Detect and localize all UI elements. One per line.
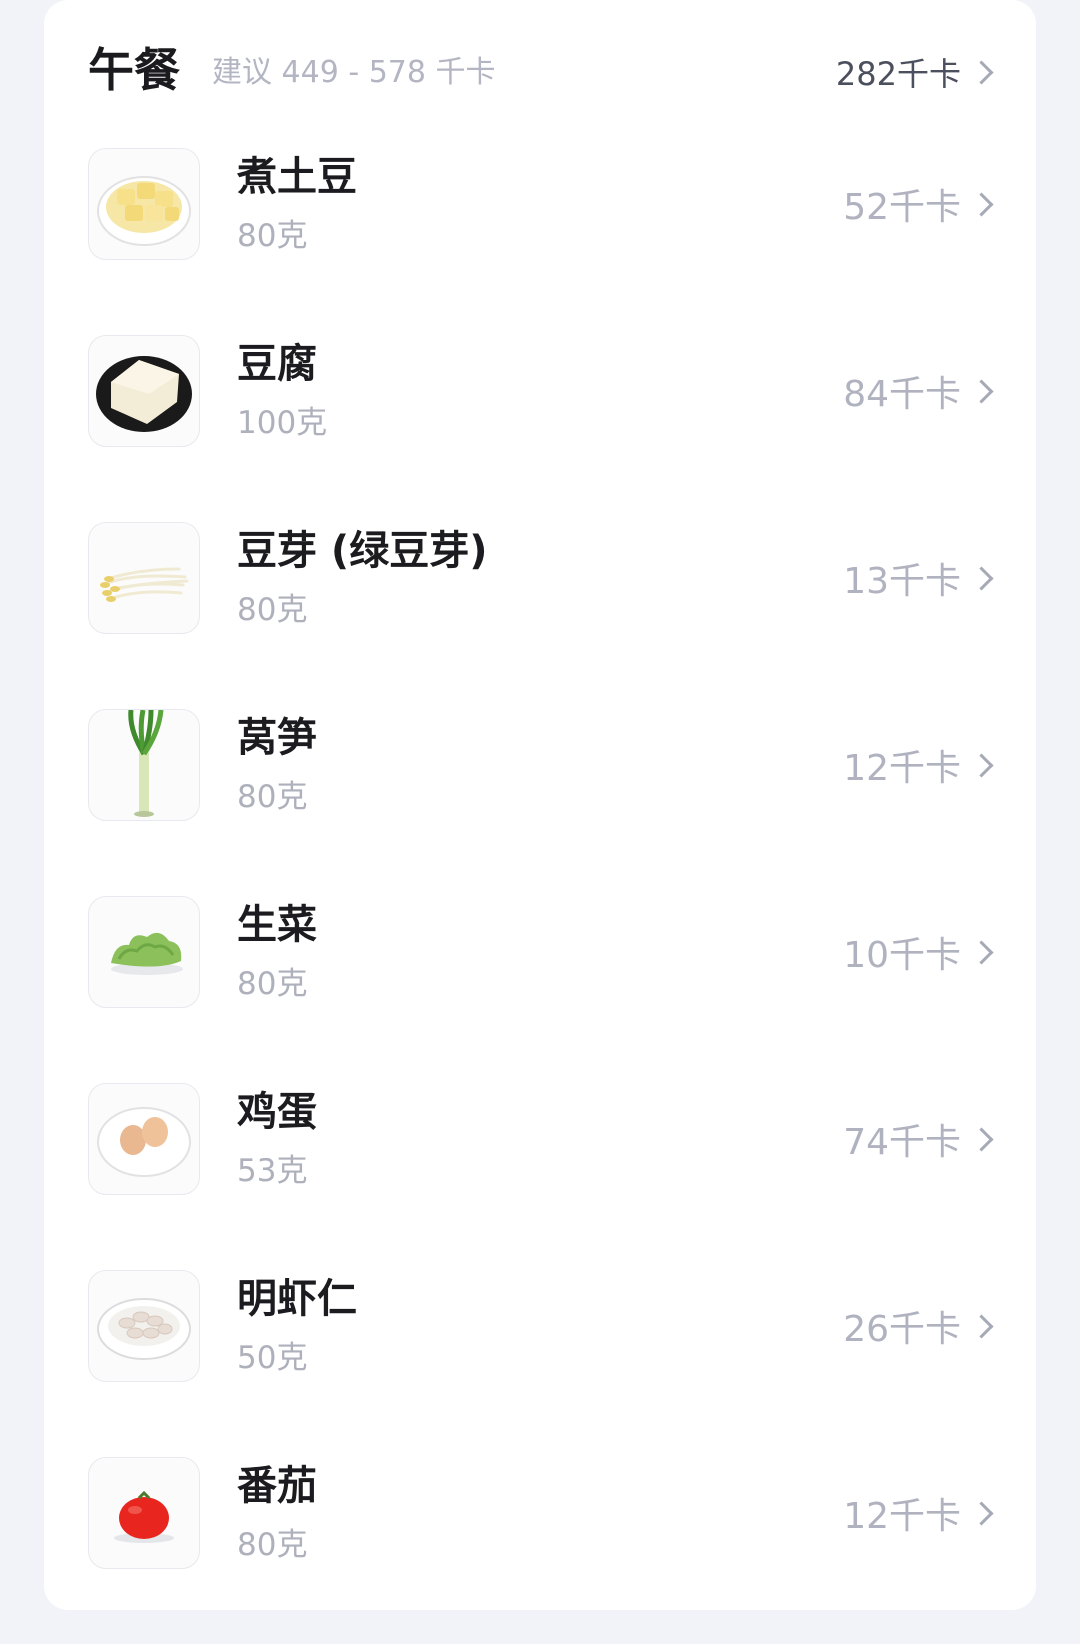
boiled-potato-icon xyxy=(88,148,200,260)
lunch-card: 午餐 建议 449 - 578 千卡 282千卡 煮土豆 80克 52千卡 豆腐… xyxy=(44,0,1036,1610)
tofu-icon xyxy=(88,335,200,447)
meal-total-kcal: 282千卡 xyxy=(835,55,961,93)
chevron-right-icon xyxy=(969,752,994,778)
chevron-right-icon xyxy=(969,939,994,965)
food-weight: 50克 xyxy=(237,1340,308,1376)
food-name: 鸡蛋 xyxy=(237,1089,317,1135)
food-item[interactable]: 豆芽 (绿豆芽) 80克 13千卡 xyxy=(44,522,1036,709)
chevron-right-icon xyxy=(969,1313,994,1339)
food-weight: 80克 xyxy=(237,218,308,254)
food-kcal-value: 52千卡 xyxy=(843,187,961,228)
bean-sprouts-icon xyxy=(88,522,200,634)
food-kcal-value: 13千卡 xyxy=(843,561,961,602)
food-kcal: 84千卡 xyxy=(843,367,996,415)
food-kcal: 10千卡 xyxy=(843,928,996,976)
chevron-right-icon xyxy=(969,1500,994,1526)
tomato-icon xyxy=(88,1457,200,1569)
food-item[interactable]: 明虾仁 50克 26千卡 xyxy=(44,1270,1036,1457)
food-item[interactable]: 鸡蛋 53克 74千卡 xyxy=(44,1083,1036,1270)
food-item[interactable]: 番茄 80克 12千卡 xyxy=(44,1457,1036,1644)
meal-title: 午餐 xyxy=(88,43,180,97)
food-item[interactable]: 莴笋 80克 12千卡 xyxy=(44,709,1036,896)
food-kcal-value: 74千卡 xyxy=(843,1122,961,1163)
food-weight: 53克 xyxy=(237,1153,308,1189)
food-name: 豆芽 (绿豆芽) xyxy=(237,528,488,574)
food-kcal: 52千卡 xyxy=(843,180,996,228)
chevron-right-icon xyxy=(969,59,994,85)
food-kcal: 74千卡 xyxy=(843,1115,996,1163)
food-kcal: 12千卡 xyxy=(843,1489,996,1537)
food-weight: 100克 xyxy=(237,405,328,441)
food-kcal-value: 10千卡 xyxy=(843,935,961,976)
food-kcal-value: 84千卡 xyxy=(843,374,961,415)
food-name: 生菜 xyxy=(237,902,317,948)
food-kcal-value: 12千卡 xyxy=(843,748,961,789)
chevron-right-icon xyxy=(969,378,994,404)
food-item[interactable]: 豆腐 100克 84千卡 xyxy=(44,335,1036,522)
lettuce-icon xyxy=(88,896,200,1008)
food-item[interactable]: 生菜 80克 10千卡 xyxy=(44,896,1036,1083)
food-name: 莴笋 xyxy=(237,715,317,761)
meal-suggestion: 建议 449 - 578 千卡 xyxy=(212,55,496,90)
food-name: 番茄 xyxy=(237,1463,317,1509)
eggs-icon xyxy=(88,1083,200,1195)
chevron-right-icon xyxy=(969,191,994,217)
food-weight: 80克 xyxy=(237,779,308,815)
food-kcal: 13千卡 xyxy=(843,554,996,602)
food-item[interactable]: 煮土豆 80克 52千卡 xyxy=(44,148,1036,335)
shrimp-icon xyxy=(88,1270,200,1382)
meal-total-button[interactable]: 282千卡 xyxy=(836,46,996,98)
food-weight: 80克 xyxy=(237,592,308,628)
chevron-right-icon xyxy=(969,1126,994,1152)
food-name: 明虾仁 xyxy=(237,1276,357,1322)
meal-header: 午餐 建议 449 - 578 千卡 282千卡 xyxy=(44,0,1036,148)
food-kcal: 12千卡 xyxy=(843,741,996,789)
food-name: 煮土豆 xyxy=(237,154,357,200)
food-weight: 80克 xyxy=(237,966,308,1002)
chevron-right-icon xyxy=(969,565,994,591)
food-kcal-value: 26千卡 xyxy=(843,1309,961,1350)
food-weight: 80克 xyxy=(237,1527,308,1563)
food-kcal-value: 12千卡 xyxy=(843,1496,961,1537)
celtuce-icon xyxy=(88,709,200,821)
food-kcal: 26千卡 xyxy=(843,1302,996,1350)
food-name: 豆腐 xyxy=(237,341,317,387)
